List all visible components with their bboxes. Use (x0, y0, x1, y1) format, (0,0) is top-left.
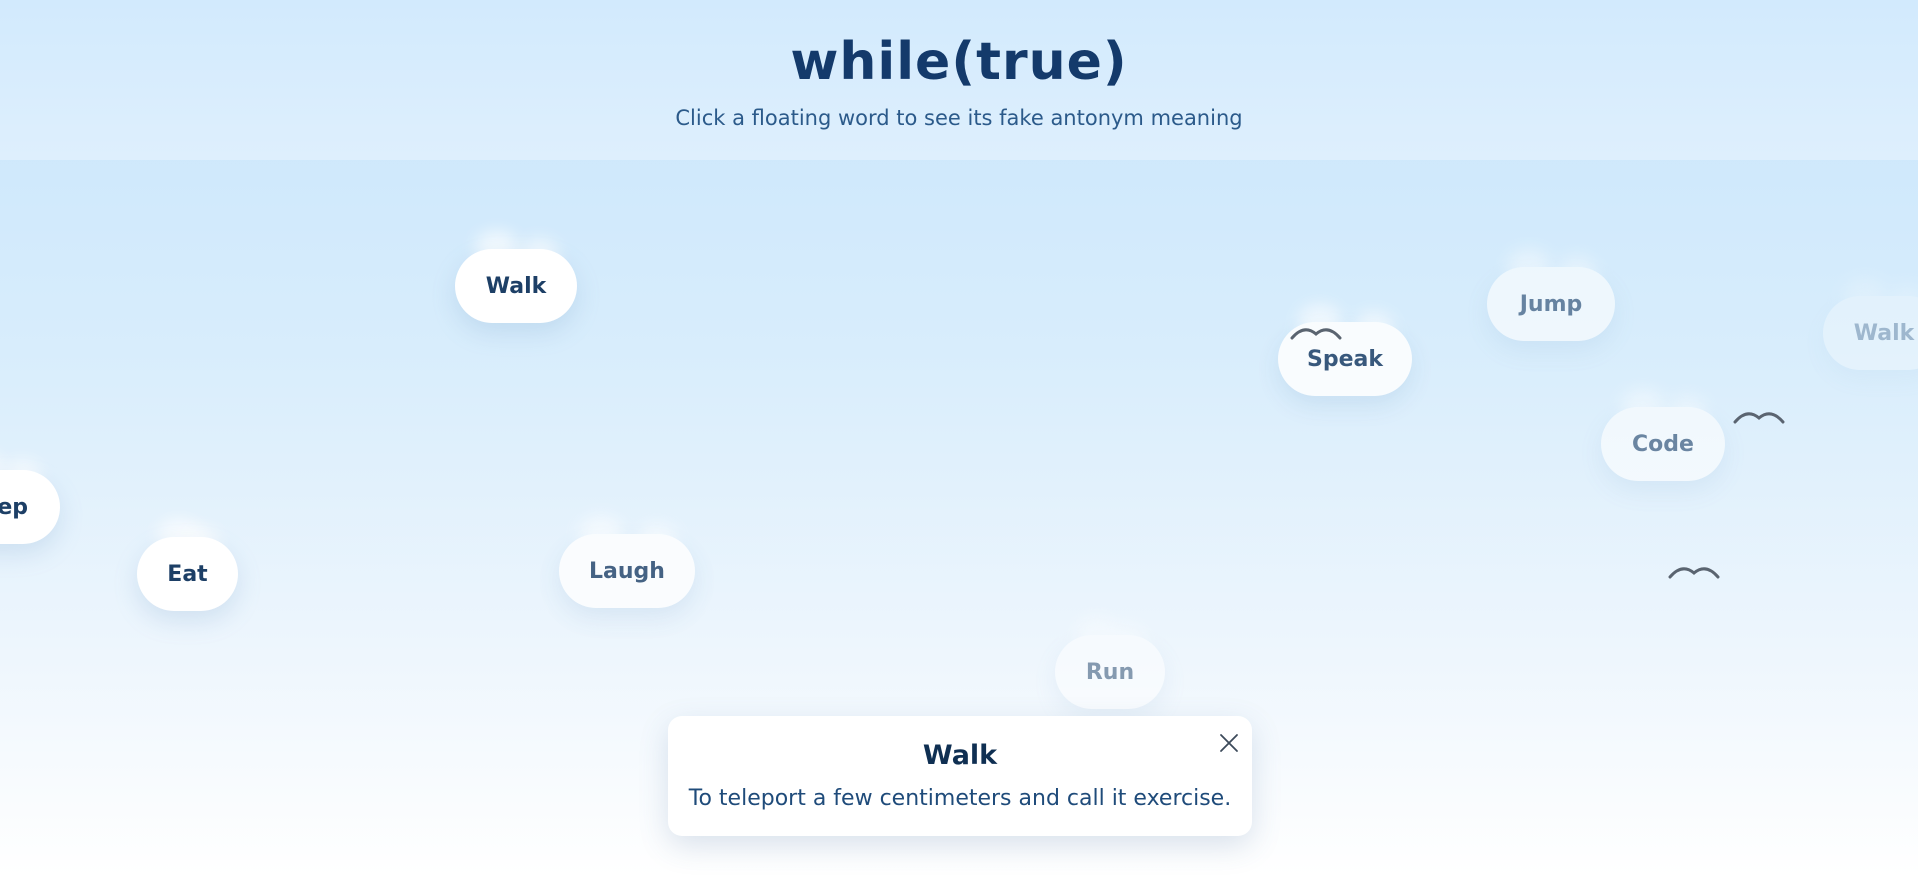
word-cloud-label: ep (0, 494, 28, 520)
word-cloud-code[interactable]: Code (1601, 407, 1725, 481)
word-cloud-label: Speak (1307, 346, 1383, 372)
word-cloud-label: Eat (167, 561, 208, 587)
word-cloud-label: Walk (485, 273, 547, 299)
popup-text: To teleport a few centimeters and call i… (688, 786, 1232, 811)
word-cloud-partial[interactable]: ep (0, 470, 60, 544)
word-cloud-walk[interactable]: Walk (455, 249, 577, 323)
word-cloud-label: Walk (1853, 320, 1915, 346)
word-cloud-run[interactable]: Run (1055, 635, 1165, 709)
close-icon[interactable] (1214, 728, 1244, 758)
header: while(true) Click a floating word to see… (0, 0, 1918, 160)
bird-icon (1733, 412, 1785, 424)
page-subtitle: Click a floating word to see its fake an… (675, 106, 1243, 130)
word-cloud-label: Code (1632, 431, 1694, 457)
meaning-popup: Walk To teleport a few centimeters and c… (668, 716, 1252, 836)
bird-icon (1668, 567, 1720, 579)
word-cloud-jump[interactable]: Jump (1487, 267, 1615, 341)
word-cloud-label: Laugh (589, 558, 665, 584)
word-cloud-label: Jump (1519, 291, 1583, 317)
popup-title: Walk (922, 740, 998, 771)
page-title: while(true) (790, 32, 1128, 92)
word-cloud-label: Run (1085, 659, 1135, 685)
word-cloud-walk-faded[interactable]: Walk (1823, 296, 1918, 370)
word-cloud-eat[interactable]: Eat (137, 537, 238, 611)
bird-icon (1290, 328, 1342, 340)
word-cloud-laugh[interactable]: Laugh (559, 534, 695, 608)
